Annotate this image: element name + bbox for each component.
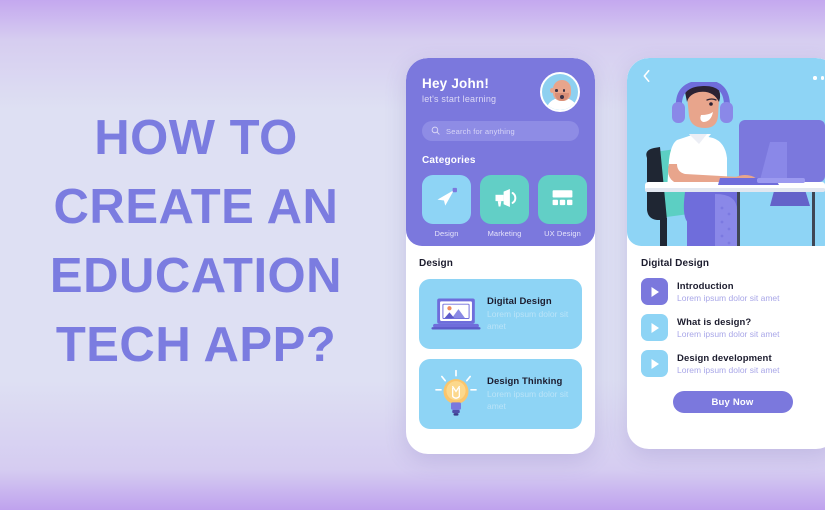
lesson-text: What is design? Lorem ipsum dolor sit am… xyxy=(677,317,780,339)
course-card-digital-design[interactable]: Digital Design Lorem ipsum dolor sit ame… xyxy=(419,279,582,349)
category-item-design[interactable]: Design xyxy=(422,175,471,238)
lesson-title: Design development xyxy=(677,352,772,364)
more-dots-icon[interactable] xyxy=(813,76,824,80)
headline-line-1: HOW TO xyxy=(94,111,298,165)
phone-mockup-detail: Digital Design Introduction Lorem ipsum … xyxy=(627,58,825,449)
category-tile-ux-design[interactable] xyxy=(538,175,587,224)
lesson-description: Lorem ipsum dolor sit amet xyxy=(677,292,780,303)
categories-label: Categories xyxy=(422,155,476,166)
headline-line-2: CREATE AN xyxy=(53,180,339,234)
lesson-description: Lorem ipsum dolor sit amet xyxy=(677,328,780,339)
play-icon[interactable] xyxy=(641,314,668,341)
headline-line-4: TECH APP? xyxy=(55,318,337,372)
lesson-row-introduction[interactable]: Introduction Lorem ipsum dolor sit amet xyxy=(641,278,824,305)
categories-list: Design Marketing UX Design xyxy=(422,175,587,238)
course-card-design-thinking[interactable]: Design Thinking Lorem ipsum dolor sit am… xyxy=(419,359,582,429)
laptop-image-icon xyxy=(425,296,487,332)
lightbulb-icon xyxy=(425,368,487,420)
category-label-marketing: Marketing xyxy=(487,229,522,238)
category-item-marketing[interactable]: Marketing xyxy=(480,175,529,238)
course-text-design-thinking: Design Thinking Lorem ipsum dolor sit am… xyxy=(487,376,576,412)
page-title: HOW TO CREATE AN EDUCATION TECH APP? xyxy=(24,104,368,380)
course-title: Design Thinking xyxy=(487,376,563,387)
paper-plane-icon xyxy=(434,184,460,215)
category-tile-marketing[interactable] xyxy=(480,175,529,224)
course-text-digital-design: Digital Design Lorem ipsum dolor sit ame… xyxy=(487,296,576,332)
avatar-eye-right xyxy=(562,89,565,92)
home-header: Hey John! let's start learning Search fo… xyxy=(406,58,595,246)
section-title-design: Design xyxy=(419,258,453,269)
lesson-description: Lorem ipsum dolor sit amet xyxy=(677,364,780,375)
play-icon[interactable] xyxy=(641,278,668,305)
lesson-title: What is design? xyxy=(677,316,752,328)
buy-now-button[interactable]: Buy Now xyxy=(672,391,793,413)
detail-body: Digital Design Introduction Lorem ipsum … xyxy=(627,246,825,413)
lesson-text: Introduction Lorem ipsum dolor sit amet xyxy=(677,281,780,303)
home-body: Design Digital Design Lorem ipsum dolor … xyxy=(406,246,595,429)
course-description: Lorem ipsum dolor sit amet xyxy=(487,309,569,331)
search-placeholder-text: Search for anything xyxy=(446,126,515,136)
megaphone-icon xyxy=(491,184,518,216)
search-input[interactable]: Search for anything xyxy=(422,121,579,141)
search-icon xyxy=(431,122,440,140)
category-label-ux-design: UX Design xyxy=(544,229,581,238)
lesson-title: Introduction xyxy=(677,280,734,292)
avatar-ear-left xyxy=(550,88,554,93)
section-title-digital-design: Digital Design xyxy=(641,258,710,269)
phone-mockup-home: Hey John! let's start learning Search fo… xyxy=(406,58,595,454)
lesson-text: Design development Lorem ipsum dolor sit… xyxy=(677,353,780,375)
play-icon[interactable] xyxy=(641,350,668,377)
avatar[interactable] xyxy=(540,72,580,112)
detail-hero xyxy=(627,58,825,246)
course-title: Digital Design xyxy=(487,296,552,307)
layout-grid-icon xyxy=(549,184,576,216)
category-item-ux-design[interactable]: UX Design xyxy=(538,175,587,238)
avatar-eye-left xyxy=(555,89,558,92)
lesson-row-what-is-design[interactable]: What is design? Lorem ipsum dolor sit am… xyxy=(641,314,824,341)
headline-line-3: EDUCATION xyxy=(49,249,343,303)
avatar-mouth xyxy=(560,95,564,99)
lesson-row-design-development[interactable]: Design development Lorem ipsum dolor sit… xyxy=(641,350,824,377)
category-tile-design[interactable] xyxy=(422,175,471,224)
category-label-design: Design xyxy=(434,229,459,238)
course-description: Lorem ipsum dolor sit amet xyxy=(487,389,569,411)
